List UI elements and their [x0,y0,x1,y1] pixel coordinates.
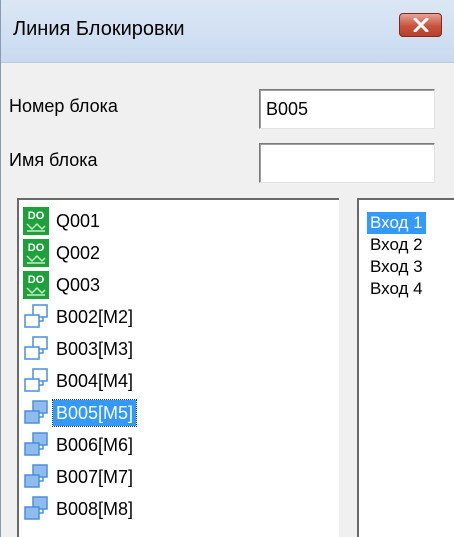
do-output-icon: DO [23,239,49,267]
block-name-label: Имя блока [9,150,98,170]
block-filled-icon [24,464,48,488]
window-title: Линия Блокировки [13,18,185,40]
do-output-icon: DO [23,207,49,235]
tree-item-label: B004[M4] [56,371,134,391]
svg-text:DO: DO [28,242,45,254]
tree-item[interactable]: B004[M4] [23,366,136,396]
input-item[interactable]: Вход 3 [367,256,426,278]
svg-text:DO: DO [28,210,45,222]
close-button[interactable] [399,13,442,37]
do-output-icon: DO [23,271,49,299]
tree-item-label: Q001 [56,211,101,231]
block-name-input[interactable] [259,143,435,183]
tree-item-label: B007[M7] [56,467,134,487]
input-item[interactable]: Вход 2 [367,234,426,256]
title-bar[interactable]: Линия Блокировки [1,0,454,63]
close-icon [413,18,428,32]
dialog-window: Линия Блокировки Номер блока Имя блока D… [0,0,454,537]
input-item[interactable]: Вход 4 [367,278,426,300]
tree-item-label: B008[M8] [56,499,134,519]
tree-item[interactable]: DO Q001 [23,206,103,236]
tree-item-label: B005[M5] [51,399,138,427]
tree-item-label: B002[M2] [56,307,134,327]
input-select-list[interactable]: Вход 1 Вход 2 Вход 3 Вход 4 [357,198,454,537]
tree-item-label: Q002 [56,243,101,263]
tree-item-label: B003[M3] [56,339,134,359]
tree-item[interactable]: DO Q003 [23,270,103,300]
block-outline-icon [24,336,48,360]
tree-item[interactable]: B007[M7] [23,462,136,492]
tree-item[interactable]: B003[M3] [23,334,136,364]
tree-item-selected[interactable]: B005[M5] [23,398,138,428]
svg-text:DO: DO [28,274,45,286]
tree-item[interactable]: B006[M6] [23,430,136,460]
block-number-input[interactable] [259,89,435,129]
block-outline-icon [24,368,48,392]
input-item-selected[interactable]: Вход 1 [367,212,426,234]
block-filled-icon [24,400,48,424]
block-outline-icon [24,304,48,328]
block-filled-icon [24,496,48,520]
block-tree-list[interactable]: DO Q001 DO Q002 DO Q003 B002[M2] B003[M3… [17,198,339,537]
tree-item[interactable]: B002[M2] [23,302,136,332]
tree-item[interactable]: DO Q002 [23,238,103,268]
block-filled-icon [24,432,48,456]
tree-item-label: Q003 [56,275,101,295]
block-number-label: Номер блока [9,96,118,116]
tree-item-label: B006[M6] [56,435,134,455]
tree-item[interactable]: B008[M8] [23,494,136,524]
